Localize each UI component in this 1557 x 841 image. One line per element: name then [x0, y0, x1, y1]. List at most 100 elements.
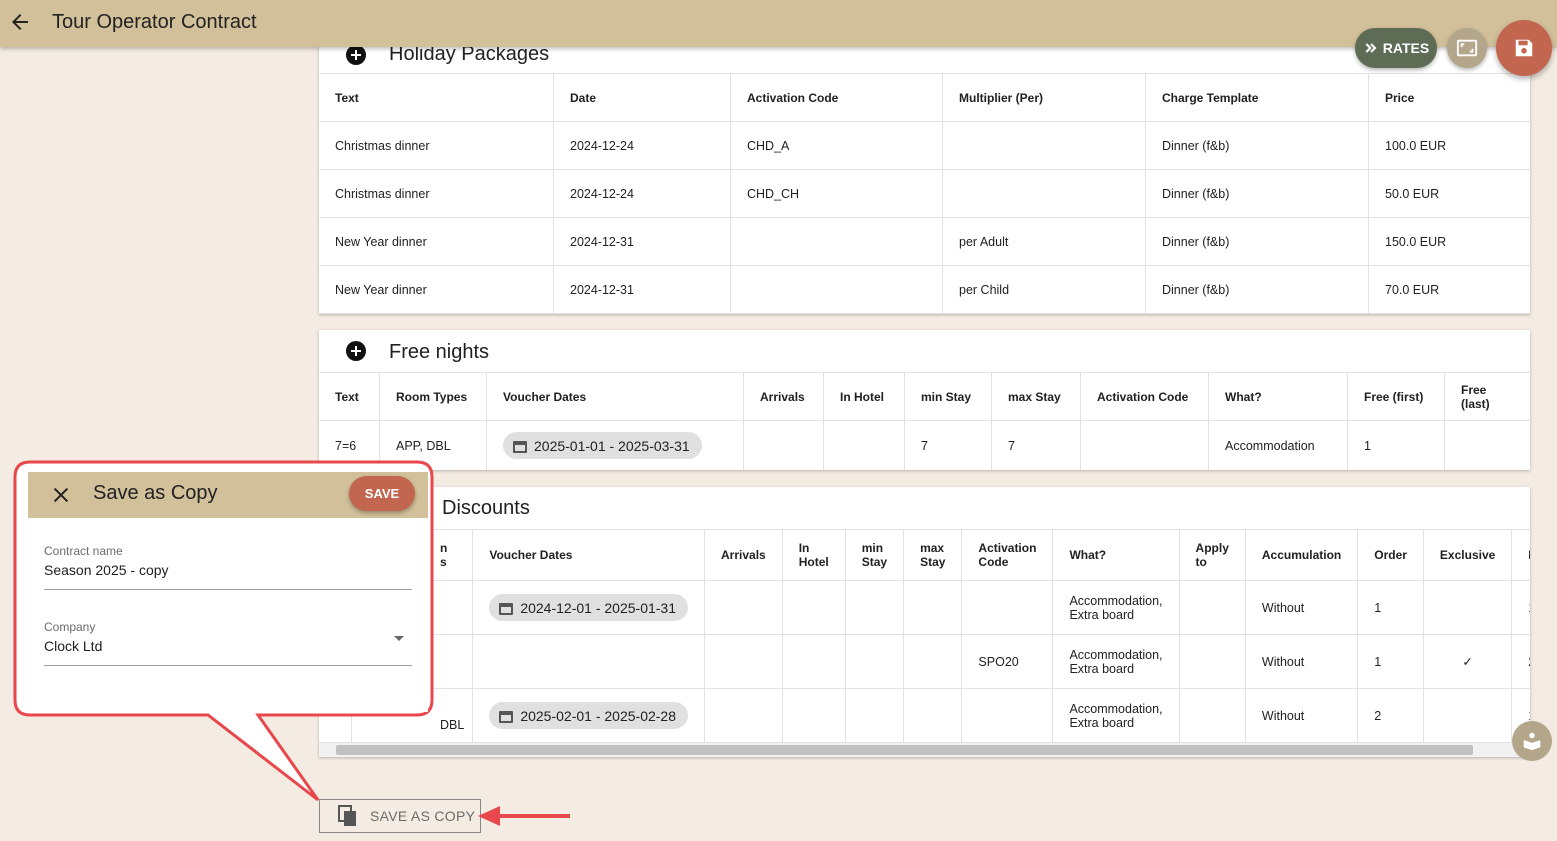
add-holiday-package-icon[interactable]	[346, 45, 366, 65]
cell: New Year dinner	[319, 265, 554, 314]
cell	[942, 169, 1146, 218]
cell: APP, DBL	[379, 420, 487, 470]
cell	[903, 688, 963, 743]
cell: 2024-12-31	[553, 265, 731, 314]
cell	[704, 580, 783, 635]
col-header: min Stay	[904, 372, 992, 421]
exclusive-check: ✓	[1423, 634, 1513, 689]
col-header: Text	[319, 372, 380, 421]
cell	[845, 634, 905, 689]
cell	[1080, 420, 1209, 470]
dropdown-caret-icon	[394, 636, 404, 641]
cell: 1	[1357, 580, 1424, 635]
company-value: Clock Ltd	[44, 638, 103, 654]
app-bar: Tour Operator Contract	[0, 0, 1557, 47]
table-row[interactable]: SPO20 Accommodation, Extra board Without…	[319, 634, 1530, 689]
cell	[730, 217, 943, 266]
cell: per Child	[942, 265, 1146, 314]
table-row[interactable]: Christmas dinner 2024-12-24 CHD_A Dinner…	[319, 121, 1530, 170]
cell: 100.0 EUR	[1368, 121, 1530, 170]
contract-name-field[interactable]: Contract name Season 2025 - copy	[44, 544, 412, 590]
table-row[interactable]: 7=6 APP, DBL 2025-01-01 - 2025-03-31 7 7…	[319, 420, 1530, 470]
cell: Dinner (f&b)	[1145, 217, 1369, 266]
free-nights-title: Free nights	[389, 341, 490, 363]
col-header: Free (first)	[1347, 372, 1445, 421]
col-header: Text	[319, 73, 554, 122]
table-row[interactable]: Christmas dinner 2024-12-24 CHD_CH Dinne…	[319, 169, 1530, 218]
table-row[interactable]: 2024-12-01 - 2025-01-31 Accommodation, E…	[319, 580, 1530, 635]
voucher-date-chip[interactable]: 2025-02-01 - 2025-02-28	[489, 702, 688, 729]
double-chevron-right-icon	[1365, 43, 1377, 53]
col-header: What?	[1052, 529, 1180, 581]
col-header: Activation Code	[961, 529, 1054, 581]
col-header: max Stay	[903, 529, 963, 581]
cell: CHD_CH	[730, 169, 943, 218]
cell	[942, 121, 1146, 170]
col-header: Price	[1368, 73, 1530, 122]
col-header: In Hotel	[823, 372, 905, 421]
cell: New Year dinner	[319, 217, 554, 266]
cell: SPO20	[961, 634, 1054, 689]
voucher-date-chip[interactable]: 2025-01-01 - 2025-03-31	[503, 432, 702, 459]
table-row[interactable]: DBL 2025-02-01 - 2025-02-28 Accommodatio…	[319, 688, 1530, 743]
cell	[961, 580, 1054, 635]
col-header: Date	[553, 73, 731, 122]
close-icon[interactable]	[50, 484, 72, 506]
cell: 20.0	[1511, 634, 1530, 689]
discounts-card: Discounts n s Voucher Dates Arrivals In …	[319, 487, 1530, 757]
free-nights-card: Free nights Text Room Types Voucher Date…	[319, 330, 1530, 470]
cell: Accommodation, Extra board	[1052, 688, 1180, 743]
cell	[1444, 420, 1530, 470]
save-fab-button[interactable]	[1496, 20, 1552, 76]
calendar-icon	[499, 709, 514, 723]
cell	[1423, 688, 1513, 743]
col-header: Charge Template	[1145, 73, 1369, 122]
scrollbar-thumb[interactable]	[336, 745, 1473, 755]
floppy-disk-icon	[1515, 39, 1533, 57]
aspect-ratio-icon	[1456, 39, 1478, 57]
cell	[472, 634, 705, 689]
dialog-title: Save as Copy	[93, 482, 218, 504]
col-header: Voucher Dates	[472, 529, 705, 581]
fullscreen-button[interactable]	[1447, 28, 1487, 68]
save-as-copy-label: SAVE AS COPY	[370, 808, 476, 824]
cell: Accommodation	[1208, 420, 1348, 470]
cell: 2024-12-31	[553, 217, 731, 266]
holiday-packages-table: Text Date Activation Code Multiplier (Pe…	[319, 73, 1530, 314]
cell: 2024-12-24	[553, 169, 731, 218]
cell	[1179, 634, 1246, 689]
col-header: Room Types	[379, 372, 487, 421]
chip-label: 2025-02-01 - 2025-02-28	[520, 707, 676, 724]
cell: Christmas dinner	[319, 169, 554, 218]
rates-button[interactable]: RATES	[1355, 28, 1437, 68]
company-select[interactable]: Company Clock Ltd	[44, 620, 412, 666]
cell: 2024-12-24	[553, 121, 731, 170]
rates-label: RATES	[1382, 40, 1430, 56]
back-arrow-icon[interactable]	[8, 10, 32, 34]
voucher-date-chip[interactable]: 2024-12-01 - 2025-01-31	[489, 594, 688, 621]
table-row[interactable]: New Year dinner 2024-12-31 per Child Din…	[319, 265, 1530, 314]
company-label: Company	[44, 620, 96, 634]
col-header: Apply to	[1179, 529, 1246, 581]
help-button[interactable]	[1512, 721, 1552, 761]
page-title: Tour Operator Contract	[52, 11, 257, 33]
cell	[903, 580, 963, 635]
col-header: Activation Code	[1080, 372, 1209, 421]
table-row[interactable]: New Year dinner 2024-12-31 per Adult Din…	[319, 217, 1530, 266]
cell	[961, 688, 1054, 743]
cell: 15.0	[1511, 580, 1530, 635]
cell: Without	[1245, 688, 1359, 743]
cell: 1	[1357, 634, 1424, 689]
save-as-copy-button[interactable]: SAVE AS COPY	[319, 799, 481, 833]
dialog-header: Save as Copy SAVE	[28, 472, 428, 518]
col-header: min Stay	[845, 529, 905, 581]
cell	[704, 688, 783, 743]
chip-label: 2025-01-01 - 2025-03-31	[534, 437, 690, 454]
cell	[704, 634, 783, 689]
book-reader-icon	[1523, 732, 1541, 751]
cell: Dinner (f&b)	[1145, 169, 1369, 218]
cell	[1179, 688, 1246, 743]
add-free-night-icon[interactable]	[346, 341, 366, 361]
dialog-save-button[interactable]: SAVE	[349, 476, 415, 511]
col-header: Multiplier (Per)	[942, 73, 1146, 122]
